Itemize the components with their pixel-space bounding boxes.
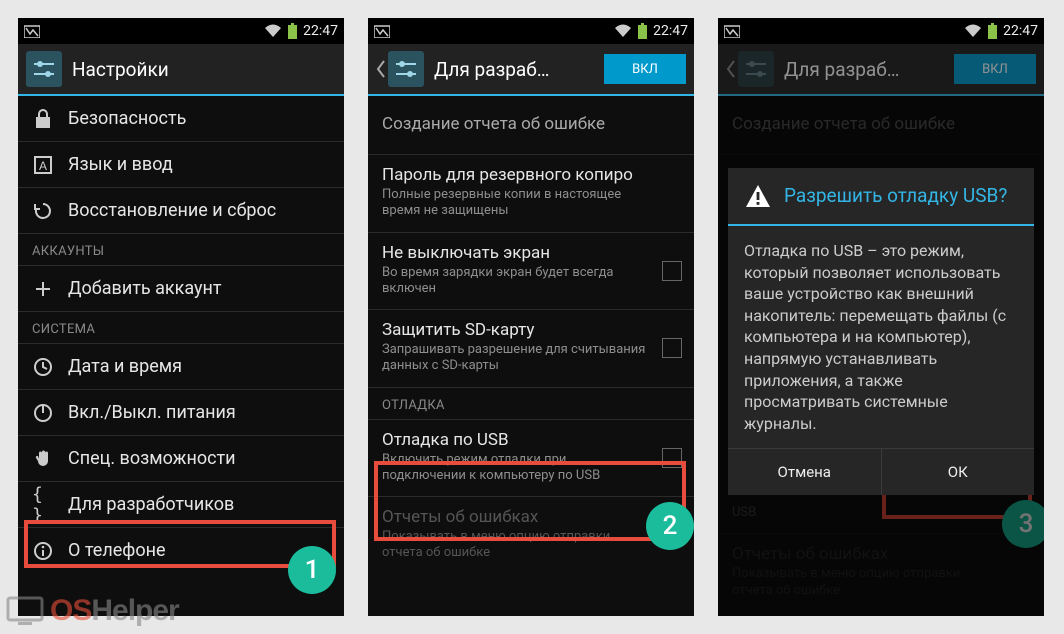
watermark: OS Helper xyxy=(6,594,179,628)
checkbox[interactable] xyxy=(662,338,682,358)
language-icon: A xyxy=(32,154,54,176)
dev-row-usb-debug[interactable]: Отладка по USB Включить режим отладки пр… xyxy=(368,420,694,498)
settings-sliders-icon xyxy=(388,51,424,87)
settings-sliders-icon xyxy=(26,51,62,87)
chevron-left-icon xyxy=(376,60,386,78)
row-title: Защитить SD-карту xyxy=(382,320,646,340)
section-header-system: СИСТЕМА xyxy=(18,312,344,344)
row-subtitle: Включить режим отладки при подключении к… xyxy=(382,452,646,485)
settings-row-label: О телефоне xyxy=(68,540,166,561)
braces-icon: { } xyxy=(32,494,54,516)
page-title: Настройки xyxy=(72,58,336,81)
screenshot-icon xyxy=(24,24,40,38)
monitor-icon xyxy=(6,596,44,626)
usb-debug-dialog: Разрешить отладку USB? Отладка по USB – … xyxy=(728,168,1034,495)
row-title: Пароль для резервного копиро xyxy=(382,165,646,185)
plus-icon xyxy=(32,278,54,300)
settings-row-accessibility[interactable]: Спец. возможности xyxy=(18,436,344,482)
row-title: Создание отчета об ошибке xyxy=(382,114,646,134)
dev-row-protect-sd[interactable]: Защитить SD-карту Запрашивать разрешение… xyxy=(368,310,694,388)
dialog-body: Отладка по USB – это режим, который позв… xyxy=(728,226,1034,448)
restore-icon xyxy=(32,200,54,222)
page-title: Для разраб… xyxy=(784,58,944,81)
phone-screen-2: 22:47 Для разраб… ВКЛ Создание отчета об… xyxy=(368,18,694,616)
settings-row-language[interactable]: A Язык и ввод xyxy=(18,142,344,188)
status-time: 22:47 xyxy=(1003,23,1038,39)
wifi-icon xyxy=(264,24,282,38)
screenshot-icon xyxy=(374,24,390,38)
dev-row-stay-awake[interactable]: Не выключать экран Во время зарядки экра… xyxy=(368,233,694,311)
ok-button[interactable]: ОК xyxy=(881,449,1035,495)
row-subtitle: Во время зарядки экран будет всегда вклю… xyxy=(382,265,646,298)
chevron-left-icon xyxy=(726,60,736,78)
clock-icon xyxy=(32,356,54,378)
cancel-button[interactable]: Отмена xyxy=(728,449,881,495)
master-toggle[interactable]: ВКЛ xyxy=(604,54,686,84)
section-header-debug: ОТЛАДКА xyxy=(368,388,694,420)
settings-row-label: Для разработчиков xyxy=(68,494,234,515)
battery-icon xyxy=(288,23,297,39)
checkbox[interactable] xyxy=(662,261,682,281)
phone-screen-3: 22:47 Для разраб… ВКЛ Создание отчета об… xyxy=(718,18,1044,616)
back-button[interactable] xyxy=(376,51,424,87)
settings-row-label: Безопасность xyxy=(68,108,186,129)
settings-row-power[interactable]: Вкл./Выкл. питания xyxy=(18,390,344,436)
row-subtitle: Запрашивать разрешение для считывания да… xyxy=(382,342,646,375)
back-button[interactable] xyxy=(726,51,774,87)
settings-row-label: Язык и ввод xyxy=(68,154,173,175)
status-time: 22:47 xyxy=(653,23,688,39)
status-bar: 22:47 xyxy=(368,18,694,44)
step-badge: 1 xyxy=(288,546,336,594)
action-bar: Настройки xyxy=(18,44,344,96)
settings-row-security[interactable]: Безопасность xyxy=(18,96,344,142)
settings-row-developer[interactable]: { } Для разработчиков xyxy=(18,482,344,528)
step-badge: 2 xyxy=(646,502,694,550)
master-toggle[interactable]: ВКЛ xyxy=(954,54,1036,84)
phone-screen-1: 22:47 Настройки Безопасность A Язык и вв… xyxy=(18,18,344,616)
row-title: Отчеты об ошибках xyxy=(382,507,646,527)
svg-text:A: A xyxy=(39,159,47,173)
settings-row-label: Добавить аккаунт xyxy=(68,278,222,299)
settings-row-datetime[interactable]: Дата и время xyxy=(18,344,344,390)
page-title: Для разраб… xyxy=(434,58,594,81)
dev-row-error-reports[interactable]: Отчеты об ошибках Показывать в меню опци… xyxy=(368,497,694,574)
status-time: 22:47 xyxy=(303,23,338,39)
info-icon xyxy=(32,540,54,562)
screenshot-icon xyxy=(724,24,740,38)
dialog-title: Разрешить отладку USB? xyxy=(784,185,1007,208)
battery-icon xyxy=(988,23,997,39)
warning-icon xyxy=(744,182,772,210)
row-subtitle: Полные резервные копии в настоящее время… xyxy=(382,187,646,220)
settings-row-label: Дата и время xyxy=(68,356,182,377)
battery-icon xyxy=(638,23,647,39)
wifi-icon xyxy=(964,24,982,38)
row-subtitle: Показывать в меню опцию отправки отчета … xyxy=(382,529,646,562)
settings-row-label: Вкл./Выкл. питания xyxy=(68,402,236,423)
settings-list[interactable]: Безопасность A Язык и ввод Восстановлени… xyxy=(18,96,344,616)
action-bar: Для разраб… ВКЛ xyxy=(718,44,1044,96)
dev-row-backup-password[interactable]: Пароль для резервного копиро Полные резе… xyxy=(368,155,694,233)
settings-sliders-icon xyxy=(738,51,774,87)
dev-row-bugreport[interactable]: Создание отчета об ошибке xyxy=(368,96,694,155)
status-bar: 22:47 xyxy=(718,18,1044,44)
row-title: Отладка по USB xyxy=(382,430,646,450)
row-title: Не выключать экран xyxy=(382,243,646,263)
power-icon xyxy=(32,402,54,424)
lock-icon xyxy=(32,108,54,130)
hand-icon xyxy=(32,448,54,470)
settings-row-label: Восстановление и сброс xyxy=(68,200,276,221)
watermark-text-b: Helper xyxy=(91,594,178,628)
checkbox[interactable] xyxy=(662,448,682,468)
developer-list[interactable]: Создание отчета об ошибке Пароль для рез… xyxy=(368,96,694,616)
watermark-text-a: OS xyxy=(50,594,91,628)
settings-row-add-account[interactable]: Добавить аккаунт xyxy=(18,266,344,312)
settings-row-backup[interactable]: Восстановление и сброс xyxy=(18,188,344,234)
section-header-accounts: АККАУНТЫ xyxy=(18,234,344,266)
settings-row-label: Спец. возможности xyxy=(68,448,236,469)
status-bar: 22:47 xyxy=(18,18,344,44)
action-bar: Для разраб… ВКЛ xyxy=(368,44,694,96)
wifi-icon xyxy=(614,24,632,38)
